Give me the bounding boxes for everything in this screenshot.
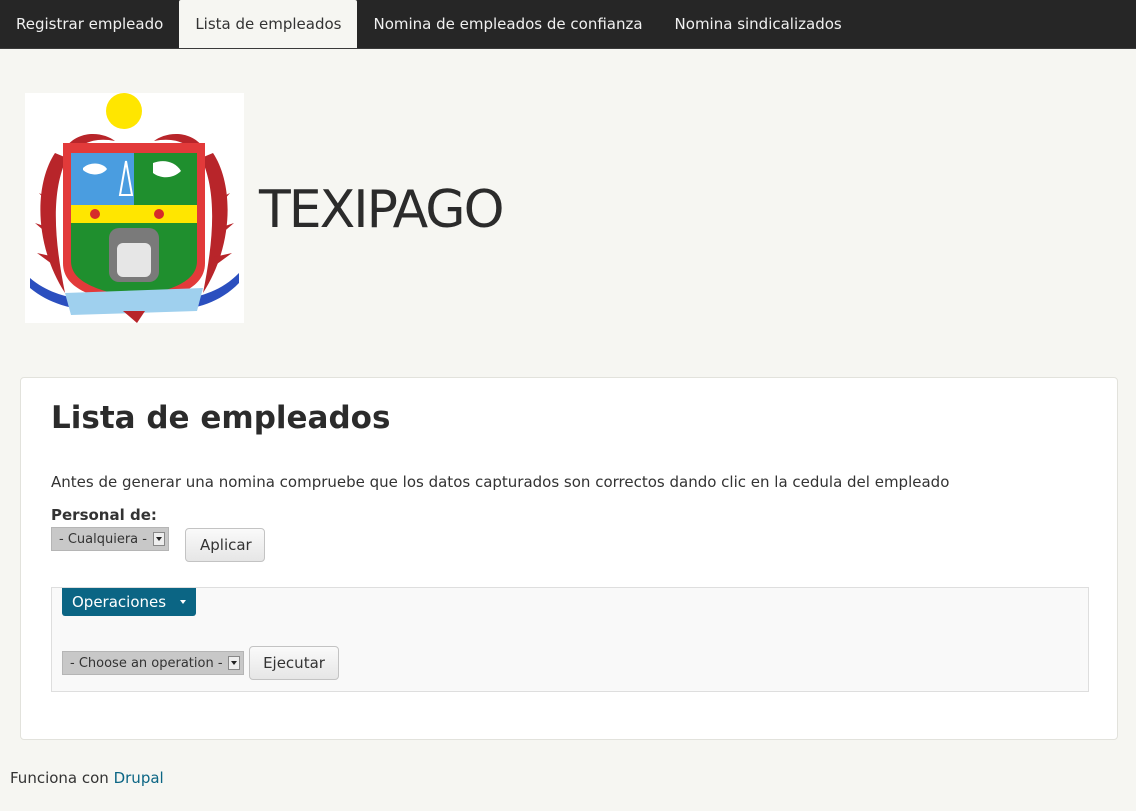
personal-de-select-value: - Cualquiera - <box>59 532 147 547</box>
bulk-operations-panel: Operaciones - Choose an operation - Ejec… <box>51 587 1089 692</box>
footer-prefix: Funciona con <box>10 769 109 787</box>
chevron-down-icon <box>228 656 240 670</box>
filter-label: Personal de: <box>51 506 157 524</box>
top-navigation: Registrar empleado Lista de empleados No… <box>0 0 1136 49</box>
tab-registrar-empleado[interactable]: Registrar empleado <box>0 0 179 48</box>
drupal-link[interactable]: Drupal <box>114 769 164 787</box>
page-title: Lista de empleados <box>51 400 391 436</box>
execute-button[interactable]: Ejecutar <box>249 646 339 680</box>
chevron-down-icon <box>153 532 165 546</box>
site-logo[interactable] <box>25 93 244 323</box>
personal-de-select[interactable]: - Cualquiera - <box>51 527 169 551</box>
coat-of-arms-icon <box>30 93 239 323</box>
caret-down-icon <box>180 600 187 604</box>
nav-tab-list: Registrar empleado Lista de empleados No… <box>0 0 1136 48</box>
operations-dropdown-label: Operaciones <box>72 593 167 611</box>
tab-lista-de-empleados[interactable]: Lista de empleados <box>179 0 358 48</box>
apply-button[interactable]: Aplicar <box>185 528 265 562</box>
operations-dropdown-button[interactable]: Operaciones <box>62 588 197 616</box>
tab-nomina-confianza[interactable]: Nomina de empleados de confianza <box>357 0 658 48</box>
operation-select-value: - Choose an operation - <box>70 656 223 671</box>
site-name[interactable]: TEXIPAGO <box>259 178 504 242</box>
footer: Funciona con Drupal <box>10 769 164 787</box>
operation-select[interactable]: - Choose an operation - <box>62 651 244 675</box>
tab-nomina-sindicalizados[interactable]: Nomina sindicalizados <box>659 0 858 48</box>
content-card: Lista de empleados Antes de generar una … <box>20 377 1118 740</box>
help-text: Antes de generar una nomina compruebe qu… <box>51 473 950 491</box>
